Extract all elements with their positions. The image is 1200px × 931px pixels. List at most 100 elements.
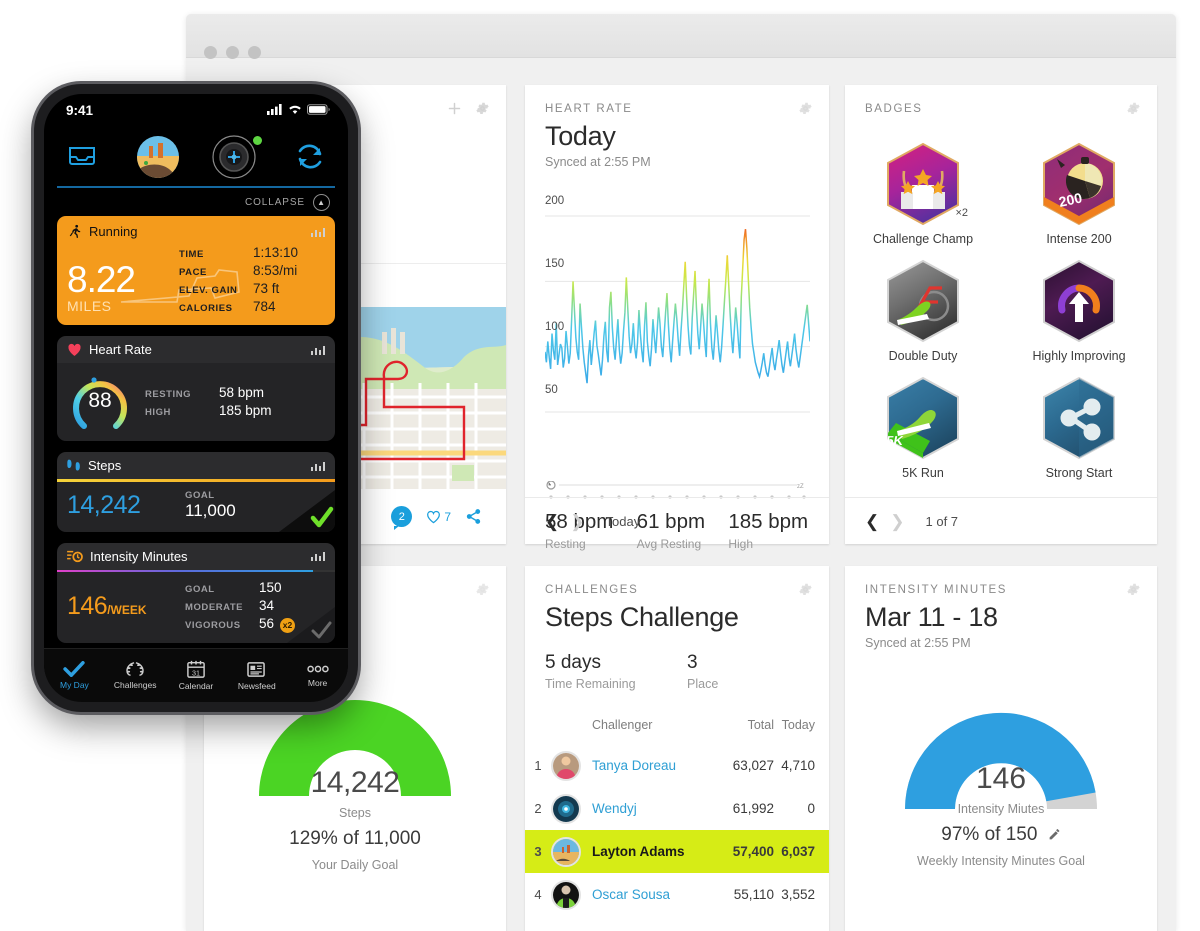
share-icon[interactable] bbox=[465, 508, 482, 525]
metric-key: HIGH bbox=[145, 406, 171, 418]
sync-button[interactable] bbox=[272, 144, 348, 170]
phone-screen: 9:41 COLLAPSE ▲ Running 8.22 MILES TIME … bbox=[44, 94, 348, 702]
badge-item[interactable]: 5K 5K Run bbox=[845, 375, 1001, 480]
avatar-button[interactable] bbox=[120, 136, 196, 178]
phone-card-intensity-minutes[interactable]: Intensity Minutes 146/WEEK GOAL 150 MODER… bbox=[57, 542, 335, 643]
chart-icon[interactable] bbox=[310, 461, 325, 471]
phone-card-running[interactable]: Running 8.22 MILES TIME 1:13:10 PACE 8:53/… bbox=[57, 216, 335, 325]
footsteps-icon bbox=[67, 459, 80, 471]
screenshot-root: 8:53 Pace (min/mi) bbox=[0, 0, 1200, 931]
badge-item[interactable]: Double Duty bbox=[845, 258, 1001, 363]
phone-card-steps[interactable]: Steps 14,242 GOAL 11,000 bbox=[57, 452, 335, 532]
share-network-badge-icon bbox=[1040, 375, 1118, 461]
intensity-icon bbox=[67, 550, 83, 563]
metric-value: 58 bpm bbox=[219, 384, 265, 400]
cellular-icon bbox=[267, 104, 282, 115]
gear-icon[interactable] bbox=[475, 582, 490, 597]
heart-rate-footer-label: Today bbox=[605, 513, 641, 529]
intensity-percent-text: 97% of 150 bbox=[941, 824, 1038, 845]
phone-card-running-title: Running bbox=[89, 224, 138, 239]
row-name[interactable]: Wendyj bbox=[581, 801, 716, 816]
watch-device-button[interactable] bbox=[196, 134, 272, 180]
running-distance-value: 8.22 bbox=[67, 258, 136, 300]
next-button[interactable]: ❯ bbox=[890, 513, 904, 530]
running-distance-unit: MILES bbox=[67, 298, 112, 314]
metric-key: TIME bbox=[179, 249, 204, 260]
gear-icon[interactable] bbox=[1126, 101, 1141, 116]
card-subtitle-heart-rate: Synced at 2:55 PM bbox=[545, 155, 651, 169]
metric-value: 56 bbox=[259, 616, 275, 631]
badge-grid: ×2 Challenge Champ 200 Intense 200 Doubl… bbox=[845, 141, 1157, 480]
chart-icon[interactable] bbox=[310, 345, 325, 355]
stat-time-remaining: 5 days Time Remaining bbox=[545, 652, 687, 691]
chevron-up-icon[interactable]: ▲ bbox=[313, 194, 330, 211]
gear-icon[interactable] bbox=[798, 101, 813, 116]
phone-card-steps-title: Steps bbox=[88, 458, 122, 473]
next-button[interactable]: ❯ bbox=[570, 513, 584, 530]
phone-status-bar: 9:41 bbox=[44, 94, 348, 128]
like-count[interactable]: 7 bbox=[426, 510, 451, 524]
nav-item-calendar[interactable]: 31 Calendar bbox=[166, 660, 227, 691]
nav-item-challenges[interactable]: Challenges bbox=[105, 661, 166, 690]
badge-name: Double Duty bbox=[888, 349, 958, 363]
row-today: 6,037 bbox=[781, 844, 815, 859]
table-row[interactable]: 3 Layton Adams 57,400 6,037 bbox=[525, 830, 829, 873]
steps-value: 14,242 bbox=[67, 490, 141, 519]
svg-text:5K: 5K bbox=[885, 433, 905, 448]
phone-card-heart-rate[interactable]: Heart Rate 88 RESTING 58 bpm HIGH 185 bp… bbox=[57, 336, 335, 441]
intensity-value: 146 bbox=[67, 591, 108, 620]
nav-item-more[interactable]: More bbox=[287, 663, 348, 688]
badge-item[interactable]: 200 Intense 200 bbox=[1001, 141, 1157, 246]
metric-key: PACE bbox=[179, 267, 207, 278]
row-name[interactable]: Layton Adams bbox=[581, 844, 716, 859]
gear-icon[interactable] bbox=[798, 582, 813, 597]
intensity-unit: /WEEK bbox=[107, 602, 147, 617]
avatar-icon bbox=[137, 136, 179, 178]
metric-key: GOAL bbox=[185, 489, 215, 501]
metric-value: 1:13:10 bbox=[253, 245, 299, 260]
status-icons bbox=[267, 104, 330, 115]
badge-item[interactable]: Strong Start bbox=[1001, 375, 1157, 480]
nav-item-my-day[interactable]: My Day bbox=[44, 661, 105, 690]
badges-card-footer: ❮ ❯ 1 of 7 bbox=[845, 497, 1157, 544]
gear-icon[interactable] bbox=[475, 101, 490, 116]
calendar-31-icon: 31 bbox=[187, 660, 205, 678]
nav-label: Challenges bbox=[113, 680, 157, 690]
table-row[interactable]: 1 Tanya Doreau 63,027 4,710 bbox=[525, 744, 829, 787]
badge-item[interactable]: ×2 Challenge Champ bbox=[845, 141, 1001, 246]
check-icon bbox=[63, 661, 86, 677]
table-row[interactable]: 4 Oscar Sousa 55,110 3,552 bbox=[525, 873, 829, 916]
inbox-icon bbox=[69, 147, 95, 165]
phone-card-intensity-title: Intensity Minutes bbox=[90, 548, 188, 564]
pencil-icon[interactable] bbox=[1048, 828, 1061, 841]
badge-name: 5K Run bbox=[902, 466, 944, 480]
collapse-control[interactable]: COLLAPSE ▲ bbox=[245, 194, 330, 211]
avatar bbox=[551, 750, 581, 781]
prev-button[interactable]: ❮ bbox=[545, 513, 559, 530]
chart-icon[interactable] bbox=[310, 227, 325, 237]
gear-icon[interactable] bbox=[1126, 582, 1141, 597]
collapse-label: COLLAPSE bbox=[244, 197, 305, 208]
add-icon[interactable] bbox=[447, 101, 462, 116]
trophy-podium-badge-icon: ×2 bbox=[884, 141, 968, 227]
row-rank: 2 bbox=[534, 801, 542, 816]
card-title-intensity: Mar 11 - 18 bbox=[865, 602, 998, 632]
card-label-intensity: INTENSITY MINUTES bbox=[865, 584, 1007, 596]
nav-item-newsfeed[interactable]: Newsfeed bbox=[226, 661, 287, 691]
inbox-button[interactable] bbox=[44, 145, 120, 169]
badge-item[interactable]: Highly Improving bbox=[1001, 258, 1157, 363]
chart-icon[interactable] bbox=[310, 551, 325, 561]
col-today: Today bbox=[781, 718, 815, 732]
table-row[interactable]: 2 Wendyj 61,992 0 bbox=[525, 787, 829, 830]
card-label-heart-rate: HEART RATE bbox=[545, 103, 633, 115]
heart-icon bbox=[68, 343, 81, 356]
row-total: 57,400 bbox=[732, 844, 774, 859]
comment-count-badge[interactable]: 2 bbox=[391, 506, 413, 530]
phone-card-intensity-header: Intensity Minutes bbox=[57, 542, 335, 570]
metric-value: 150 bbox=[259, 580, 282, 595]
heart-rate-current-value: 88 bbox=[88, 389, 112, 412]
row-name[interactable]: Tanya Doreau bbox=[581, 758, 716, 773]
phone-card-heart-rate-header: Heart Rate bbox=[57, 336, 335, 363]
prev-button[interactable]: ❮ bbox=[865, 513, 879, 530]
row-name[interactable]: Oscar Sousa bbox=[581, 887, 716, 902]
